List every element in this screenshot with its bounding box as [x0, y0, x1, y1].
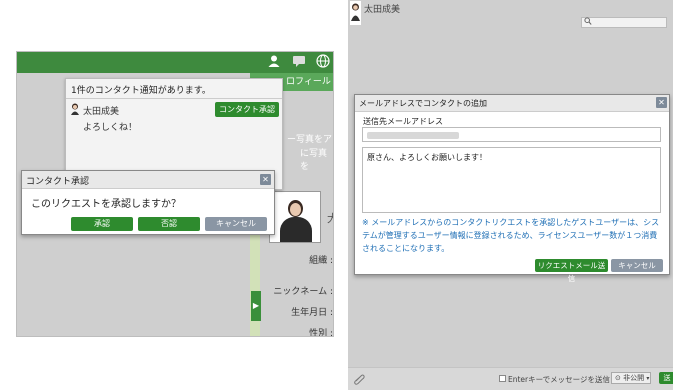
chevron-down-icon: ▾	[646, 375, 650, 382]
email-field[interactable]	[362, 127, 661, 142]
close-icon[interactable]: ✕	[656, 97, 667, 108]
cancel-button[interactable]: キャンセル	[611, 259, 663, 272]
enter-to-send-label: Enterキーでメッセージを送信	[508, 375, 611, 384]
chat-header-name: 太田成美	[364, 5, 401, 15]
label-nickname: ニックネーム :	[273, 287, 333, 297]
dialog-title: メールアドレスでコンタクトの追加	[359, 99, 487, 108]
approve-confirm-dialog: コンタクト承認 ✕ このリクエストを承認しますか？ 承認 否認 キャンセル	[21, 170, 275, 235]
label-gender: 性別 :	[309, 329, 333, 337]
send-button[interactable]: 送	[659, 372, 673, 384]
confirm-question: このリクエストを承認しますか？	[31, 199, 181, 210]
add-contact-by-email-dialog: メールアドレスでコンタクトの追加 ✕ 送信先メールアドレス 原さん、よろしくお願…	[354, 94, 670, 283]
upload-hint-line-1: ー写真をア	[287, 135, 333, 145]
chat-icon[interactable]	[291, 54, 307, 70]
user-icon[interactable]	[266, 54, 282, 70]
notification-title: 1件のコンタクト通知があります。	[71, 86, 211, 96]
approve-contact-button[interactable]: コンタクト承認	[215, 102, 279, 117]
contact-avatar[interactable]	[350, 1, 361, 25]
paperclip-icon[interactable]	[353, 373, 365, 388]
message-input-bar: Enterキーでメッセージを送信 ⊙ 非公開 ▾ 送	[348, 367, 673, 390]
expand-panel-button[interactable]: ▶	[251, 291, 261, 321]
approve-button[interactable]: 承認	[71, 217, 133, 231]
sender-name: 太田成美	[83, 107, 120, 117]
search-input[interactable]	[581, 17, 667, 28]
enter-to-send-checkbox[interactable]	[499, 375, 506, 382]
license-note: ※ メールアドレスからのコンタクトリクエストを承認したゲストユーザーは、システム…	[362, 218, 660, 253]
lock-icon: ⊙	[615, 374, 621, 382]
close-icon[interactable]: ✕	[260, 174, 271, 185]
sender-avatar	[70, 103, 80, 115]
upload-hint-line-2: に写真を	[300, 149, 328, 172]
profile-photo[interactable]	[269, 191, 321, 243]
left-app-window: ロフィール ー写真をア に写真を 大 組織 : ニックネーム : 生年月日 : …	[16, 51, 334, 337]
label-birthday: 生年月日 :	[291, 308, 333, 318]
send-request-email-button[interactable]: リクエストメール送信	[535, 259, 608, 283]
top-navigation-bar	[17, 52, 333, 73]
right-app-window: 太田成美 メールアドレスでコンタクトの追加 ✕ 送信先メールアドレス 原さん、よ…	[348, 0, 673, 390]
reject-button[interactable]: 否認	[138, 217, 200, 231]
label-organization: 組織 :	[309, 256, 333, 266]
search-icon	[584, 17, 592, 29]
dialog-title: コンタクト承認	[26, 177, 90, 187]
profile-name-edge: 大	[327, 210, 333, 226]
request-message: よろしくね！	[83, 123, 138, 133]
cancel-button[interactable]: キャンセル	[205, 217, 267, 231]
message-textarea[interactable]: 原さん、よろしくお願いします！	[362, 147, 661, 213]
visibility-select[interactable]: ⊙ 非公開 ▾	[611, 372, 651, 384]
email-label: 送信先メールアドレス	[363, 117, 443, 126]
globe-icon[interactable]	[315, 54, 331, 70]
